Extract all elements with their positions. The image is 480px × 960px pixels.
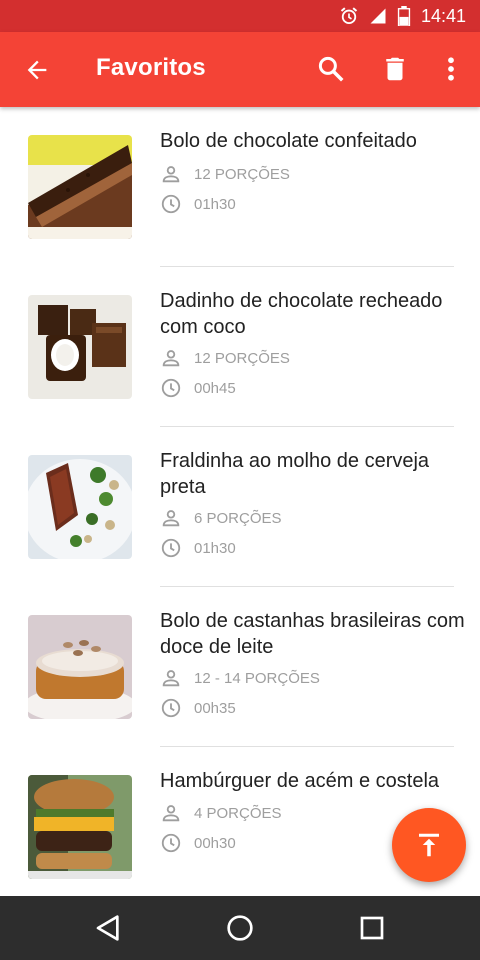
- clock-icon: [161, 833, 181, 853]
- servings-text: 12 PORÇÕES: [194, 165, 290, 183]
- recents-square-icon[interactable]: [356, 912, 388, 944]
- servings-text: 6 PORÇÕES: [194, 509, 282, 527]
- clock-icon: [161, 194, 181, 214]
- clock-icon: [161, 378, 181, 398]
- recipe-servings: 6 PORÇÕES: [160, 507, 282, 529]
- recipe-thumbnail: [28, 615, 132, 719]
- clock-icon: [161, 698, 181, 718]
- alarm-icon: [340, 7, 358, 25]
- recipe-thumbnail: [28, 135, 132, 239]
- recipe-time: 01h30: [160, 193, 236, 215]
- time-text: 01h30: [194, 539, 236, 557]
- trash-icon[interactable]: [380, 54, 410, 84]
- signal-icon: [370, 8, 386, 24]
- clock-icon: [161, 538, 181, 558]
- back-triangle-icon[interactable]: [92, 912, 124, 944]
- time-text: 00h45: [194, 379, 236, 397]
- person-icon: [162, 510, 180, 527]
- battery-icon: [397, 6, 411, 26]
- recipe-time: 00h45: [160, 377, 236, 399]
- scroll-to-top-button[interactable]: [392, 808, 466, 882]
- recipe-servings: 12 PORÇÕES: [160, 347, 290, 369]
- recipe-title: Bolo de castanhas brasileiras com doce d…: [160, 610, 465, 658]
- recipe-item[interactable]: Dadinho de chocolate recheado com coco 1…: [0, 267, 480, 427]
- servings-text: 4 PORÇÕES: [194, 804, 282, 822]
- recipe-servings: 12 - 14 PORÇÕES: [160, 667, 320, 689]
- status-time: 14:41: [420, 5, 466, 26]
- system-nav-bar: [0, 896, 480, 960]
- recipe-thumbnail: [28, 775, 132, 879]
- recipe-item[interactable]: Bolo de chocolate confeitado 12 PORÇÕES …: [0, 107, 480, 267]
- back-arrow-icon[interactable]: [22, 56, 52, 84]
- favorites-list[interactable]: Bolo de chocolate confeitado 12 PORÇÕES …: [0, 107, 480, 896]
- status-bar: 14:41: [0, 0, 480, 32]
- app-bar: Favoritos: [0, 32, 480, 107]
- page-title: Favoritos: [96, 54, 206, 81]
- recipe-title: Bolo de chocolate confeitado: [160, 130, 417, 152]
- recipe-title: Hambúrguer de acém e costela: [160, 770, 440, 792]
- recipe-title: Dadinho de chocolate recheado com coco: [160, 290, 443, 338]
- scroll-to-top-icon: [419, 833, 439, 857]
- search-icon[interactable]: [316, 54, 346, 84]
- person-icon: [162, 670, 180, 687]
- recipe-title: Fraldinha ao molho de cerveja preta: [160, 450, 430, 498]
- servings-text: 12 PORÇÕES: [194, 349, 290, 367]
- recipe-thumbnail: [28, 455, 132, 559]
- time-text: 01h30: [194, 195, 236, 213]
- person-icon: [162, 350, 180, 367]
- recipe-servings: 12 PORÇÕES: [160, 163, 290, 185]
- home-circle-icon[interactable]: [224, 912, 256, 944]
- recipe-servings: 4 PORÇÕES: [160, 802, 282, 824]
- recipe-thumbnail: [28, 295, 132, 399]
- time-text: 00h30: [194, 834, 236, 852]
- recipe-time: 00h35: [160, 697, 236, 719]
- recipe-time: 00h30: [160, 832, 236, 854]
- time-text: 00h35: [194, 699, 236, 717]
- recipe-item[interactable]: Fraldinha ao molho de cerveja preta 6 PO…: [0, 427, 480, 587]
- recipe-time: 01h30: [160, 537, 236, 559]
- servings-text: 12 - 14 PORÇÕES: [194, 669, 320, 687]
- more-vert-icon[interactable]: [436, 54, 466, 84]
- person-icon: [162, 805, 180, 822]
- person-icon: [162, 166, 180, 183]
- recipe-item[interactable]: Bolo de castanhas brasileiras com doce d…: [0, 587, 480, 747]
